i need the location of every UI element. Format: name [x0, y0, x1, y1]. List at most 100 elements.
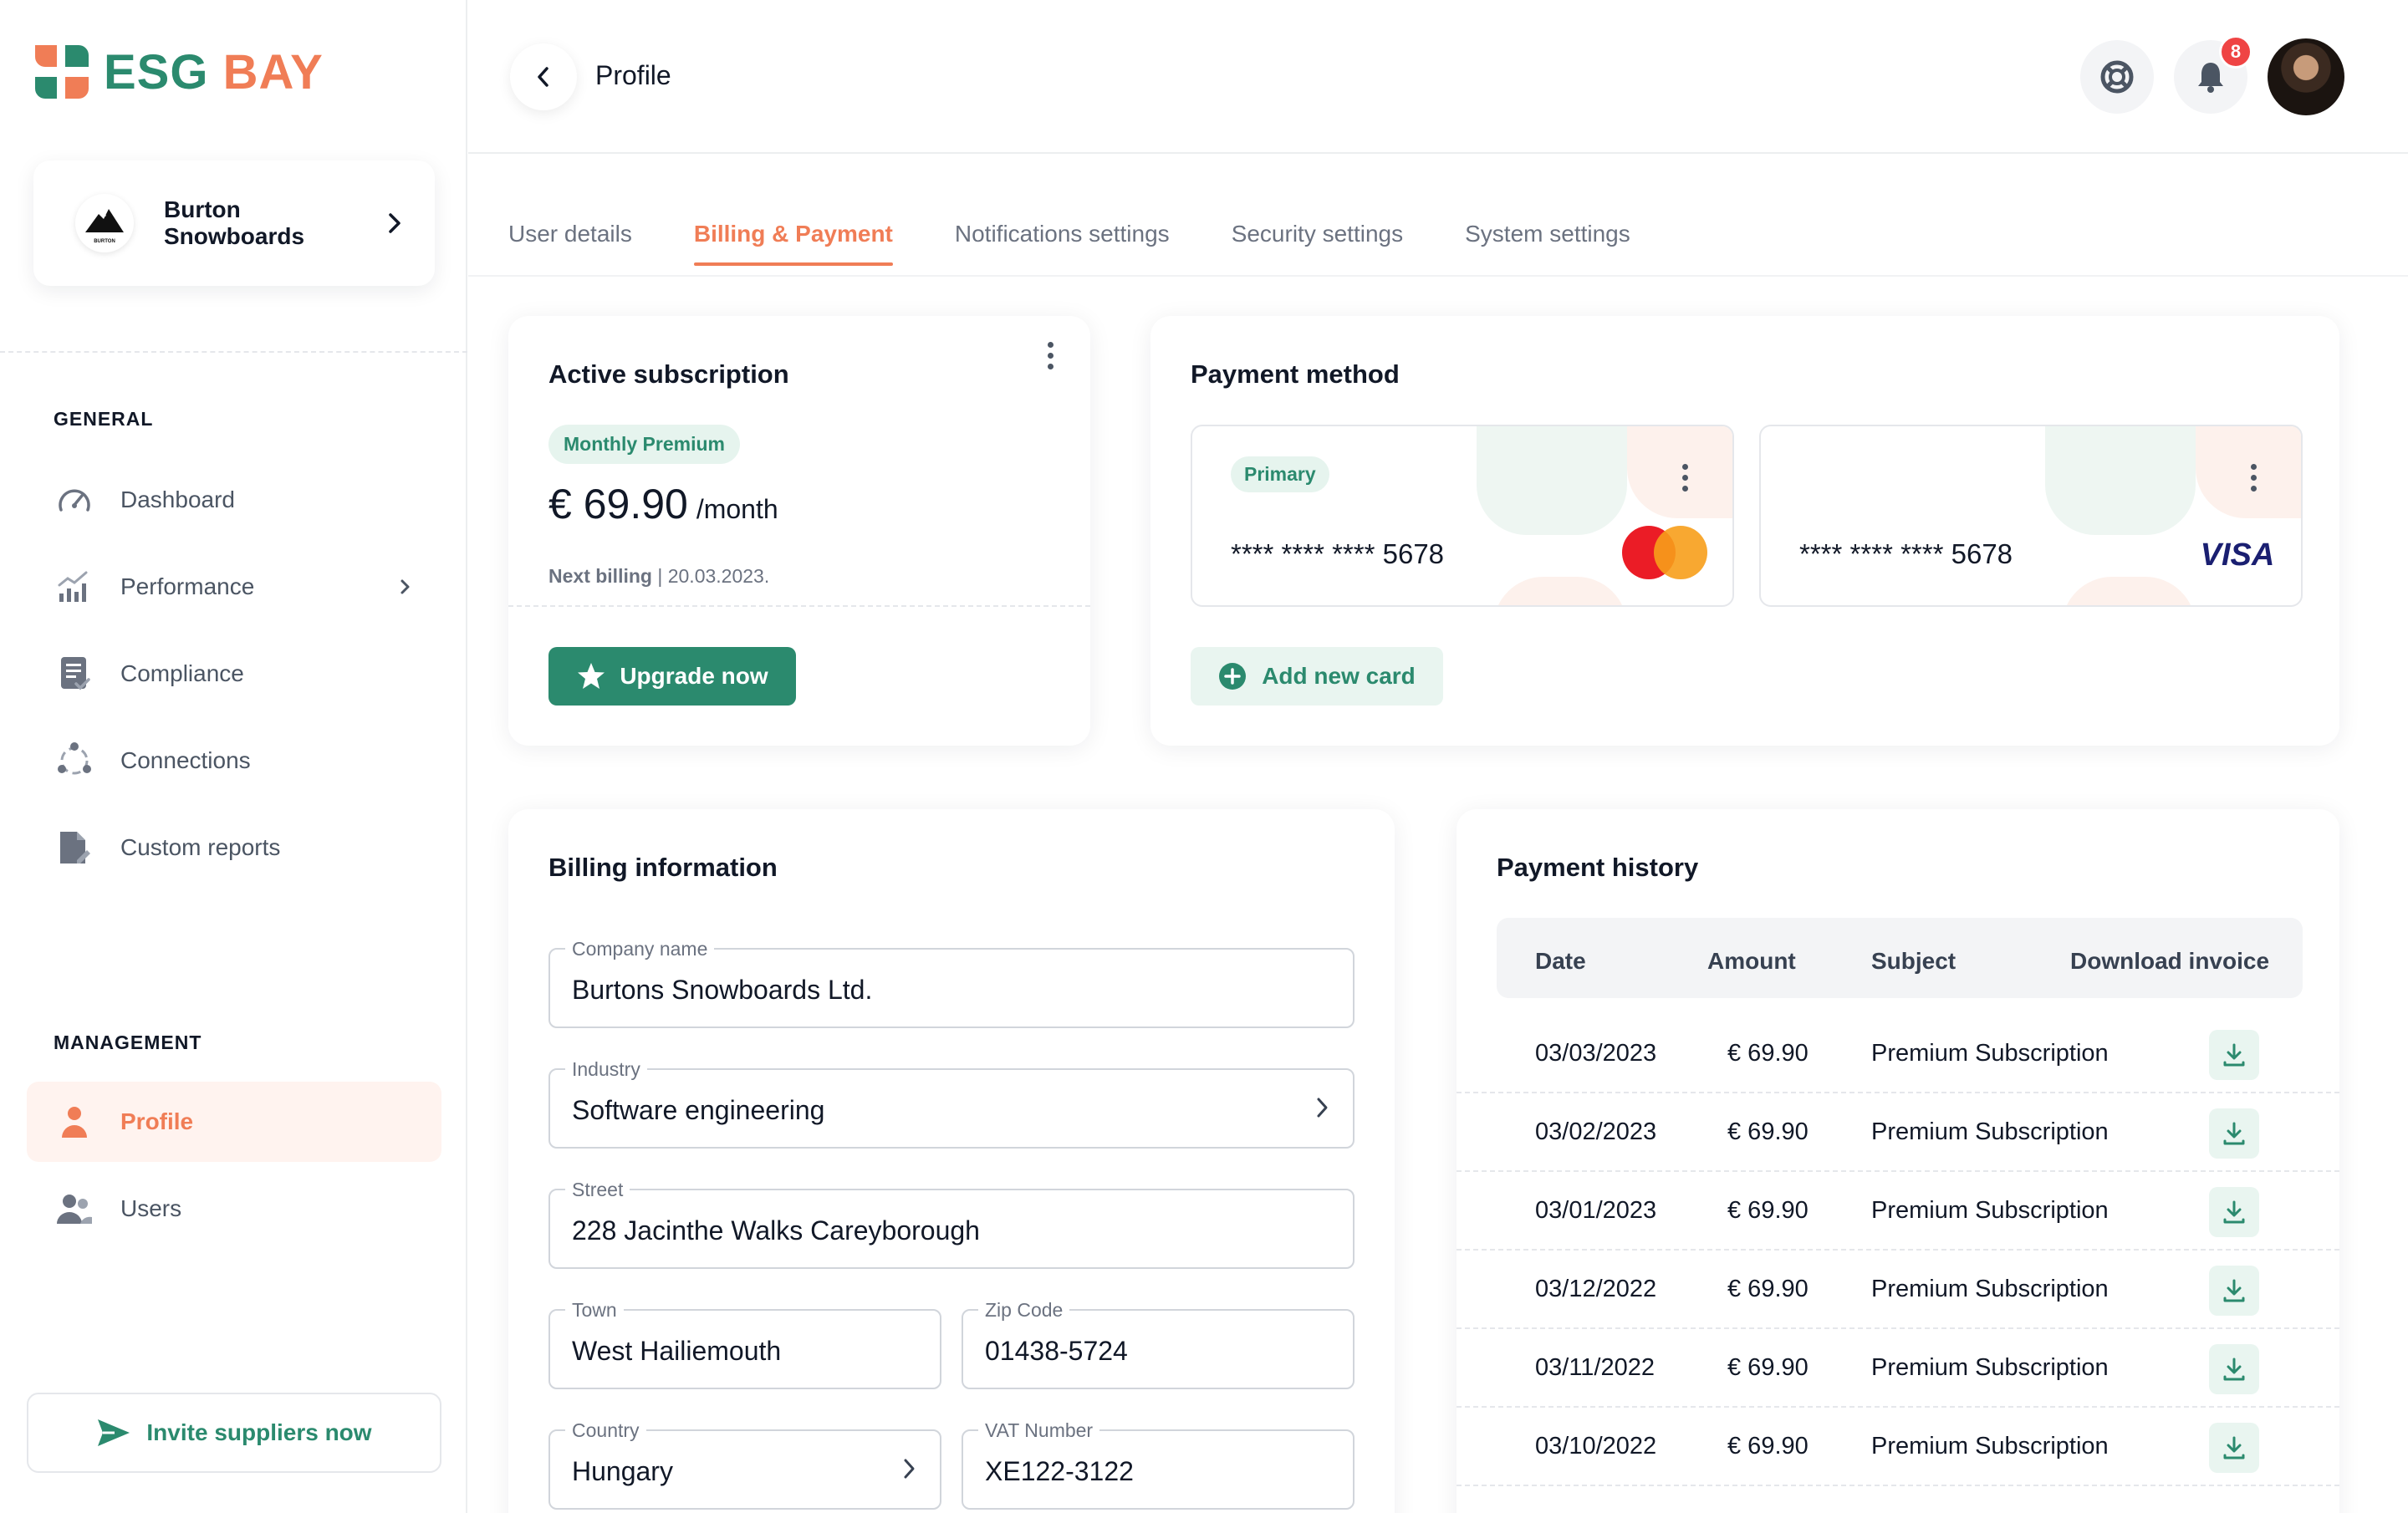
bell-icon — [2198, 63, 2223, 93]
tab-user-details[interactable]: User details — [508, 221, 632, 266]
street-field[interactable]: Street 228 Jacinthe Walks Careyborough — [548, 1179, 1354, 1269]
column-header-subject: Subject — [1871, 948, 1956, 974]
sidebar-item-label: Connections — [120, 747, 251, 773]
plan-badge: Monthly Premium — [548, 425, 740, 464]
sidebar-item-connections[interactable]: Connections — [27, 721, 441, 801]
field-value: XE122-3122 — [985, 1456, 1134, 1486]
top-bar: Profile 8 — [468, 0, 2408, 154]
download-invoice-button[interactable] — [2209, 1423, 2259, 1473]
mastercard-logo-icon — [1622, 526, 1707, 579]
table-row: 03/11/2022 € 69.90 Premium Subscription — [1457, 1329, 2339, 1408]
chevron-right-icon — [1317, 1098, 1328, 1118]
field-label: Company name — [565, 938, 715, 960]
tab-notifications-settings[interactable]: Notifications settings — [955, 221, 1170, 266]
primary-badge: Primary — [1231, 456, 1329, 492]
country-select[interactable]: Country Hungary — [548, 1419, 941, 1510]
checklist-icon — [54, 653, 95, 695]
subscription-menu-button[interactable] — [1038, 334, 1063, 376]
download-invoice-button[interactable] — [2209, 1108, 2259, 1159]
download-invoice-button[interactable] — [2209, 1030, 2259, 1080]
sidebar-item-label: Dashboard — [120, 487, 235, 512]
row-subject: Premium Subscription — [1871, 1118, 2109, 1145]
table-row: 03/12/2022 € 69.90 Premium Subscription — [1457, 1251, 2339, 1329]
company-name-field[interactable]: Company name Burtons Snowboards Ltd. — [548, 938, 1354, 1028]
vat-number-field[interactable]: VAT Number XE122-3122 — [962, 1419, 1354, 1510]
back-button[interactable] — [510, 43, 577, 110]
user-avatar[interactable] — [2268, 38, 2344, 115]
card-menu-button[interactable] — [1672, 456, 1697, 498]
section-label-general: GENERAL — [54, 408, 154, 430]
download-invoice-button[interactable] — [2209, 1266, 2259, 1316]
lifebuoy-icon — [2100, 60, 2134, 94]
field-value: Burtons Snowboards Ltd. — [572, 975, 873, 1005]
card-decoration — [2045, 426, 2196, 535]
row-date: 03/12/2022 — [1535, 1276, 1657, 1302]
field-label: Zip Code — [978, 1299, 1070, 1322]
field-value: Hungary — [572, 1456, 673, 1486]
card-decoration — [2062, 577, 2196, 605]
row-subject: Premium Subscription — [1871, 1433, 2109, 1460]
sidebar-item-profile[interactable]: Profile — [27, 1082, 441, 1162]
sidebar-item-label: Profile — [120, 1108, 194, 1134]
credit-card-mastercard[interactable]: Primary **** **** **** 5678 — [1191, 425, 1734, 607]
page-title: Profile — [595, 60, 671, 90]
download-invoice-button[interactable] — [2209, 1187, 2259, 1237]
row-subject: Premium Subscription — [1871, 1354, 2109, 1381]
download-icon — [2223, 1358, 2245, 1381]
invite-suppliers-button[interactable]: Invite suppliers now — [27, 1393, 441, 1473]
organization-switcher[interactable]: BURTON Burton Snowboards — [33, 160, 435, 286]
sidebar-item-dashboard[interactable]: Dashboard — [27, 460, 441, 540]
town-field[interactable]: Town West Hailiemouth — [548, 1299, 941, 1389]
credit-card-visa[interactable]: **** **** **** 5678 VISA — [1759, 425, 2303, 607]
sidebar-item-users[interactable]: Users — [27, 1169, 441, 1249]
download-icon — [2223, 1200, 2245, 1224]
add-new-card-button[interactable]: Add new card — [1191, 647, 1443, 706]
card-number: **** **** **** 5678 — [1799, 538, 2013, 569]
active-subscription-card: Active subscription Monthly Premium € 69… — [508, 316, 1090, 746]
brand-name-bay: BAY — [222, 44, 324, 99]
row-subject: Premium Subscription — [1871, 1276, 2109, 1302]
plus-circle-icon — [1219, 663, 1247, 690]
table-row: 03/10/2022 € 69.90 Premium Subscription — [1457, 1408, 2339, 1486]
industry-select[interactable]: Industry Software engineering — [548, 1058, 1354, 1149]
sidebar-item-label: Compliance — [120, 660, 244, 686]
card-decoration — [1477, 426, 1627, 535]
next-billing: Next billing | 20.03.2023. — [548, 565, 769, 588]
tab-billing-payment[interactable]: Billing & Payment — [693, 221, 893, 266]
zip-code-field[interactable]: Zip Code 01438-5724 — [962, 1299, 1354, 1389]
row-date: 03/03/2023 — [1535, 1040, 1657, 1067]
row-amount: € 69.90 — [1727, 1276, 1809, 1302]
tab-system-settings[interactable]: System settings — [1465, 221, 1630, 266]
chevron-right-icon — [904, 1459, 915, 1479]
sidebar-item-custom-reports[interactable]: Custom reports — [27, 807, 441, 888]
field-value: 228 Jacinthe Walks Careyborough — [572, 1215, 980, 1246]
tab-security-settings[interactable]: Security settings — [1232, 221, 1403, 266]
field-value: 01438-5724 — [985, 1336, 1128, 1366]
sidebar-divider — [0, 351, 467, 353]
download-icon — [2223, 1436, 2245, 1460]
sidebar-item-label: Performance — [120, 573, 255, 599]
section-label-management: MANAGEMENT — [54, 1032, 202, 1053]
notifications-button[interactable]: 8 — [2174, 35, 2252, 114]
row-date: 03/01/2023 — [1535, 1197, 1657, 1224]
download-invoice-button[interactable] — [2209, 1344, 2259, 1394]
card-divider — [508, 605, 1090, 607]
invite-suppliers-label: Invite suppliers now — [146, 1419, 372, 1445]
star-icon — [578, 663, 605, 689]
chevron-right-icon — [400, 579, 410, 594]
field-value: Software engineering — [572, 1095, 825, 1125]
speedometer-icon — [54, 479, 95, 521]
row-date: 03/11/2022 — [1535, 1354, 1655, 1381]
add-new-card-label: Add new card — [1262, 663, 1416, 689]
sidebar-item-compliance[interactable]: Compliance — [27, 634, 441, 714]
help-button[interactable] — [2080, 40, 2154, 114]
send-icon — [98, 1419, 130, 1446]
sidebar-item-performance[interactable]: Performance — [27, 547, 441, 627]
next-billing-label: Next billing — [548, 565, 652, 587]
brand-logo[interactable]: ESG BAY — [32, 42, 324, 102]
users-icon — [54, 1188, 95, 1230]
card-menu-button[interactable] — [2241, 456, 2266, 498]
row-amount: € 69.90 — [1727, 1433, 1809, 1460]
mountain-icon: BURTON — [85, 209, 124, 244]
upgrade-now-button[interactable]: Upgrade now — [548, 647, 796, 706]
